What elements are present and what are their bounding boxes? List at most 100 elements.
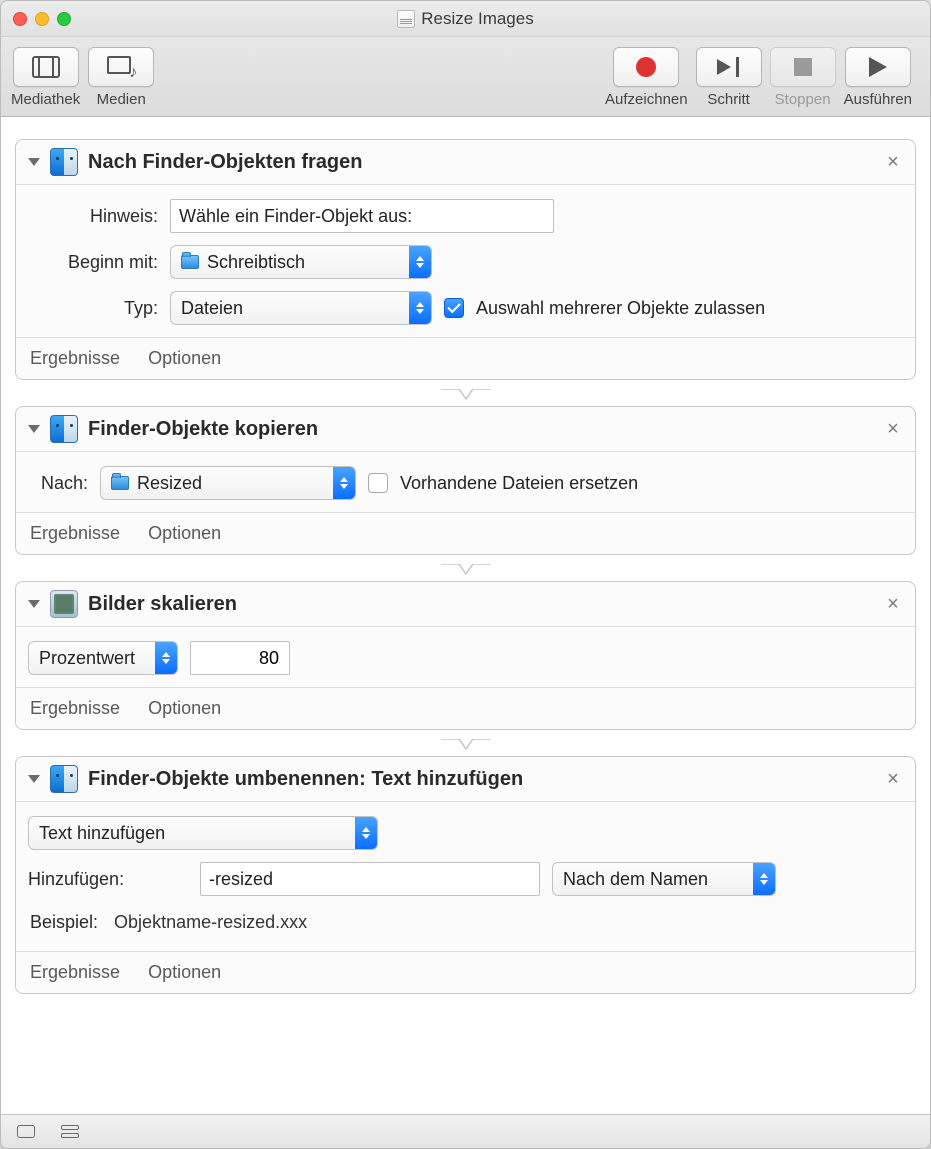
zoom-window-button[interactable] [57, 12, 71, 26]
step-icon [717, 57, 741, 77]
finder-icon [50, 148, 78, 176]
hint-label: Hinweis: [28, 206, 158, 227]
step-button[interactable] [696, 47, 762, 87]
options-button[interactable]: Optionen [148, 523, 221, 544]
step-label: Schritt [707, 91, 750, 108]
updown-icon [333, 467, 355, 499]
connector-icon [441, 739, 491, 757]
example-value: Objektname-resized.xxx [114, 912, 307, 933]
destination-popup[interactable]: Resized [100, 466, 356, 500]
run-button[interactable] [845, 47, 911, 87]
finder-icon [50, 765, 78, 793]
rename-mode-popup[interactable]: Text hinzufügen [28, 816, 378, 850]
document-icon [397, 10, 415, 28]
action-header[interactable]: Finder-Objekte kopieren × [16, 407, 915, 452]
updown-icon [409, 292, 431, 324]
folder-icon [181, 255, 199, 269]
action-title: Finder-Objekte umbenennen: Text hinzufüg… [88, 768, 873, 791]
action-rename-finder-items: Finder-Objekte umbenennen: Text hinzufüg… [15, 756, 916, 994]
window: Resize Images Mediathek Medien Aufzeichn… [0, 0, 931, 1149]
updown-icon [409, 246, 431, 278]
workflow-view-button[interactable] [59, 1123, 81, 1141]
log-view-button[interactable] [15, 1123, 37, 1141]
allow-multiple-checkbox[interactable] [444, 298, 464, 318]
action-header[interactable]: Bilder skalieren × [16, 582, 915, 627]
disclosure-triangle-icon[interactable] [28, 775, 40, 783]
connector-icon [441, 389, 491, 407]
library-label: Mediathek [11, 91, 80, 108]
to-label: Nach: [28, 473, 88, 494]
allow-multiple-label: Auswahl mehrerer Objekte zulassen [476, 298, 765, 319]
folder-icon [111, 476, 129, 490]
media-button[interactable] [88, 47, 154, 87]
options-button[interactable]: Optionen [148, 698, 221, 719]
updown-icon [753, 863, 775, 895]
toolbar: Mediathek Medien Aufzeichnen Schritt Sto… [1, 37, 930, 117]
disclosure-triangle-icon[interactable] [28, 425, 40, 433]
finder-icon [50, 415, 78, 443]
stacked-pane-icon [61, 1125, 79, 1138]
stop-label: Stoppen [775, 91, 831, 108]
close-icon[interactable]: × [883, 151, 903, 174]
status-bar [1, 1114, 930, 1148]
rename-mode-value: Text hinzufügen [39, 823, 343, 844]
run-label: Ausführen [844, 91, 912, 108]
add-label: Hinzufügen: [28, 869, 188, 890]
scale-amount-input[interactable] [190, 641, 290, 675]
updown-icon [155, 642, 177, 674]
close-icon[interactable]: × [883, 593, 903, 616]
connector-icon [441, 564, 491, 582]
window-title-text: Resize Images [421, 9, 533, 29]
start-popup[interactable]: Schreibtisch [170, 245, 432, 279]
single-pane-icon [17, 1125, 35, 1138]
close-window-button[interactable] [13, 12, 27, 26]
options-button[interactable]: Optionen [148, 348, 221, 369]
media-label: Medien [97, 91, 146, 108]
position-value: Nach dem Namen [563, 869, 741, 890]
record-label: Aufzeichnen [605, 91, 688, 108]
minimize-window-button[interactable] [35, 12, 49, 26]
start-label: Beginn mit: [28, 252, 158, 273]
start-value: Schreibtisch [207, 252, 397, 273]
updown-icon [355, 817, 377, 849]
action-ask-finder-items: Nach Finder-Objekten fragen × Hinweis: B… [15, 139, 916, 380]
scale-mode-popup[interactable]: Prozentwert [28, 641, 178, 675]
disclosure-triangle-icon[interactable] [28, 158, 40, 166]
hint-input[interactable] [170, 199, 554, 233]
type-value: Dateien [181, 298, 397, 319]
titlebar: Resize Images [1, 1, 930, 37]
type-label: Typ: [28, 298, 158, 319]
destination-value: Resized [137, 473, 321, 494]
type-popup[interactable]: Dateien [170, 291, 432, 325]
options-button[interactable]: Optionen [148, 962, 221, 983]
stop-button [770, 47, 836, 87]
library-icon [32, 56, 60, 78]
results-button[interactable]: Ergebnisse [30, 962, 120, 983]
workflow-area[interactable]: Nach Finder-Objekten fragen × Hinweis: B… [1, 117, 930, 1114]
close-icon[interactable]: × [883, 768, 903, 791]
action-header[interactable]: Nach Finder-Objekten fragen × [16, 140, 915, 185]
add-text-input[interactable] [200, 862, 540, 896]
disclosure-triangle-icon[interactable] [28, 600, 40, 608]
preview-icon [50, 590, 78, 618]
library-button[interactable] [13, 47, 79, 87]
position-popup[interactable]: Nach dem Namen [552, 862, 776, 896]
example-label: Beispiel: [30, 912, 98, 933]
action-title: Finder-Objekte kopieren [88, 418, 873, 441]
action-copy-finder-items: Finder-Objekte kopieren × Nach: Resized … [15, 406, 916, 555]
stop-icon [794, 58, 812, 76]
results-button[interactable]: Ergebnisse [30, 523, 120, 544]
scale-mode-value: Prozentwert [39, 648, 143, 669]
results-button[interactable]: Ergebnisse [30, 348, 120, 369]
record-icon [636, 57, 656, 77]
action-header[interactable]: Finder-Objekte umbenennen: Text hinzufüg… [16, 757, 915, 802]
close-icon[interactable]: × [883, 418, 903, 441]
media-icon [107, 56, 135, 78]
window-title: Resize Images [1, 9, 930, 29]
action-title: Nach Finder-Objekten fragen [88, 151, 873, 174]
results-button[interactable]: Ergebnisse [30, 698, 120, 719]
action-title: Bilder skalieren [88, 593, 873, 616]
record-button[interactable] [613, 47, 679, 87]
replace-checkbox[interactable] [368, 473, 388, 493]
action-scale-images: Bilder skalieren × Prozentwert Ergebniss… [15, 581, 916, 730]
